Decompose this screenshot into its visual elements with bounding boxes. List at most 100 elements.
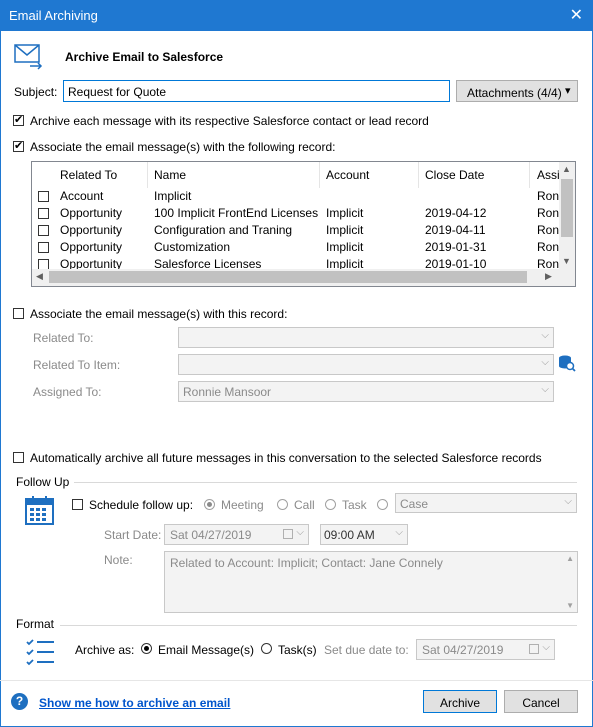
database-search-icon[interactable] [558, 354, 576, 375]
row-checkbox[interactable] [38, 225, 49, 236]
chevron-down-icon: ⌵ [541, 384, 549, 395]
scroll-thumb[interactable] [49, 271, 527, 283]
table-row[interactable]: Opportunity Customization Implicit 2019-… [32, 239, 568, 256]
subject-label: Subject: [14, 85, 58, 99]
cell-account: Implicit [326, 223, 364, 237]
assigned-to-value: Ronnie Mansoor [183, 385, 272, 399]
auto-archive-checkbox[interactable] [13, 452, 24, 463]
horizontal-scrollbar[interactable]: ◀ ▶ [32, 269, 575, 286]
chevron-down-icon: ⌵ [542, 642, 550, 653]
cell-name: Implicit [154, 189, 192, 203]
tasks-radio[interactable] [261, 643, 272, 654]
archive-each-label: Archive each message with its respective… [30, 114, 429, 128]
chevron-down-icon: ⌵ [564, 496, 572, 507]
attachments-button[interactable]: Attachments (4/4) ▾ [456, 80, 578, 102]
subject-input[interactable]: Request for Quote [63, 80, 450, 102]
column-header[interactable]: Account [326, 168, 369, 182]
title-bar: Email Archiving ✕ [0, 0, 593, 31]
cell-close-date: 2019-01-31 [425, 240, 487, 254]
start-date-value: Sat 04/27/2019 [170, 528, 252, 542]
note-label: Note: [104, 553, 133, 567]
note-value: Related to Account: Implicit; Contact: J… [170, 556, 443, 570]
scroll-up-icon[interactable]: ▲ [566, 554, 574, 563]
help-icon[interactable]: ? [11, 693, 28, 710]
cell-related-to: Opportunity [60, 240, 123, 254]
related-to-label: Related To: [33, 331, 94, 345]
dialog-frame [0, 31, 593, 727]
archive-as-label: Archive as: [75, 643, 135, 657]
email-archive-icon [14, 42, 44, 73]
assigned-to-label: Assigned To: [33, 385, 102, 399]
archive-each-checkbox[interactable] [13, 113, 24, 126]
column-header[interactable]: Close Date [425, 168, 484, 182]
due-date-value: Sat 04/27/2019 [422, 643, 504, 657]
calendar-dropdown-icon[interactable] [529, 644, 539, 654]
email-message-radio[interactable] [141, 643, 152, 654]
email-message-label: Email Message(s) [158, 643, 255, 657]
meeting-label: Meeting [221, 498, 264, 512]
scroll-thumb[interactable] [561, 179, 573, 237]
time-picker[interactable]: 09:00 AM ⌵ [320, 524, 408, 545]
calendar-dropdown-icon[interactable] [283, 529, 293, 539]
scroll-down-icon[interactable]: ▼ [566, 601, 574, 610]
case-value: Case [400, 497, 429, 511]
schedule-follow-up-label: Schedule follow up: [89, 498, 194, 512]
cell-name: 100 Implicit FrontEnd Licenses [154, 206, 319, 220]
cancel-button[interactable]: Cancel [504, 690, 578, 713]
scroll-left-icon[interactable]: ◀ [36, 271, 43, 282]
case-select[interactable]: Case ⌵ [395, 493, 577, 513]
cell-related-to: Account [60, 189, 104, 203]
subject-value: Request for Quote [68, 85, 167, 99]
associate-following-label: Associate the email message(s) with the … [30, 140, 336, 154]
task-radio[interactable] [325, 499, 336, 510]
records-table: Related To Name Account Close Date Assig… [31, 161, 576, 287]
column-header[interactable]: Name [154, 168, 186, 182]
row-checkbox[interactable] [38, 208, 49, 219]
row-checkbox[interactable] [38, 242, 49, 253]
scroll-up-icon[interactable]: ▲ [562, 164, 571, 174]
meeting-radio[interactable] [204, 499, 215, 510]
cell-related-to: Opportunity [60, 206, 123, 220]
assigned-to-select[interactable]: Ronnie Mansoor ⌵ [178, 381, 554, 402]
associate-this-checkbox[interactable] [13, 308, 24, 319]
schedule-follow-up-checkbox[interactable] [72, 499, 83, 510]
table-row[interactable]: Account Implicit Ronni [32, 188, 568, 205]
related-to-item-select[interactable]: ⌵ [178, 354, 554, 375]
start-date-label: Start Date: [104, 528, 162, 542]
associate-following-checkbox[interactable] [13, 139, 24, 152]
related-to-select[interactable]: ⌵ [178, 327, 554, 348]
section-divider [60, 625, 577, 626]
scroll-down-icon[interactable]: ▼ [562, 256, 571, 266]
chevron-down-icon: ▾ [565, 85, 571, 97]
archive-button[interactable]: Archive [423, 690, 497, 713]
attachments-label: Attachments (4/4) [467, 86, 562, 100]
call-radio[interactable] [277, 499, 288, 510]
related-to-item-label: Related To Item: [33, 358, 121, 372]
vertical-scrollbar[interactable]: ▲ ▼ [559, 162, 575, 270]
table-row[interactable]: Opportunity Configuration and Traning Im… [32, 222, 568, 239]
format-section-label: Format [16, 617, 55, 631]
chevron-down-icon: ⌵ [541, 330, 549, 341]
task-label: Task [342, 498, 367, 512]
due-date-picker[interactable]: Sat 04/27/2019 ⌵ [416, 639, 555, 660]
archive-button-label: Archive [439, 696, 480, 710]
table-header: Related To Name Account Close Date Assig [32, 162, 575, 188]
cell-name: Customization [154, 240, 231, 254]
cell-close-date: 2019-04-12 [425, 206, 487, 220]
footer-divider [0, 680, 593, 681]
start-date-picker[interactable]: Sat 04/27/2019 ⌵ [164, 524, 309, 545]
note-textarea[interactable]: Related to Account: Implicit; Contact: J… [164, 551, 578, 613]
column-header[interactable]: Related To [60, 168, 117, 182]
help-link[interactable]: Show me how to archive an email [39, 696, 230, 710]
time-value: 09:00 AM [324, 528, 375, 542]
due-date-label: Set due date to: [324, 643, 409, 657]
follow-up-section-label: Follow Up [16, 475, 70, 489]
row-checkbox[interactable] [38, 191, 49, 202]
auto-archive-label: Automatically archive all future message… [30, 451, 542, 465]
cell-account: Implicit [326, 206, 364, 220]
close-icon[interactable]: ✕ [570, 5, 583, 25]
table-row[interactable]: Opportunity 100 Implicit FrontEnd Licens… [32, 205, 568, 222]
section-divider [74, 482, 577, 483]
scroll-right-icon[interactable]: ▶ [545, 271, 552, 282]
case-radio[interactable] [377, 499, 388, 510]
